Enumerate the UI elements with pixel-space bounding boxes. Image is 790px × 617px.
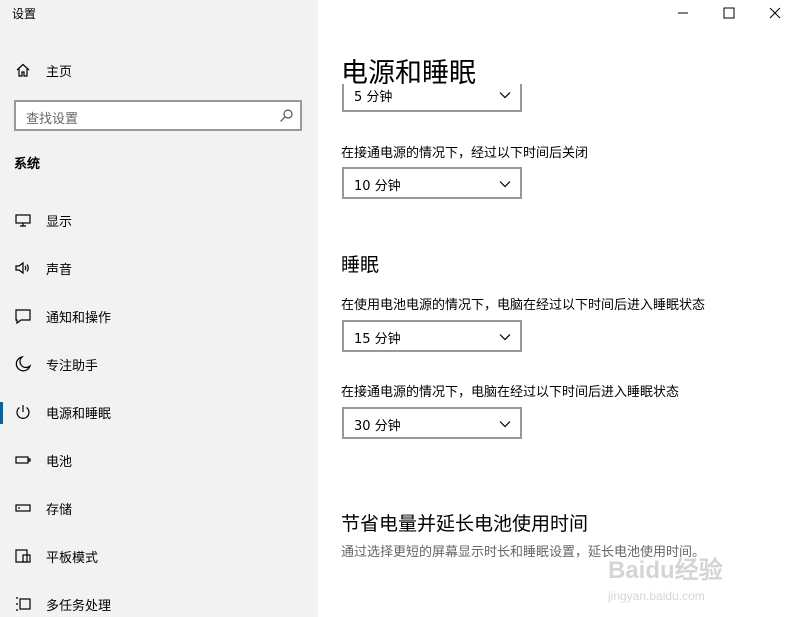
sidebar-home[interactable]: 主页 xyxy=(0,55,318,85)
watermark-url: jingyan.baidu.com xyxy=(607,589,705,603)
sidebar-item-storage[interactable]: 存储 xyxy=(0,486,318,530)
watermark-logo-text: Baidu经验 xyxy=(608,556,723,584)
sidebar-home-label: 主页 xyxy=(46,64,73,80)
chevron-down-icon xyxy=(499,92,511,99)
sidebar-item-tablet-mode[interactable]: 平板模式 xyxy=(0,534,318,578)
search-input[interactable]: 查找设置 xyxy=(14,100,302,131)
sleep-plugged-dropdown[interactable]: 30 分钟 xyxy=(342,407,522,439)
sidebar-item-label: 存储 xyxy=(46,502,73,518)
sidebar-item-sound[interactable]: 声音 xyxy=(0,246,318,290)
sidebar-group-title: 系统 xyxy=(14,157,41,172)
sleep-section-title: 睡眠 xyxy=(341,254,380,276)
sleep-plugged-label: 在接通电源的情况下，电脑在经过以下时间后进入睡眠状态 xyxy=(341,385,680,400)
chevron-down-icon xyxy=(499,181,511,188)
dropdown-value: 30 分钟 xyxy=(354,419,401,434)
dropdown-value: 5 分钟 xyxy=(354,90,393,105)
sidebar-item-label: 专注助手 xyxy=(46,358,99,374)
battery-icon xyxy=(14,451,32,469)
chevron-down-icon xyxy=(499,421,511,428)
search-placeholder: 查找设置 xyxy=(26,112,79,127)
sleep-battery-label: 在使用电池电源的情况下，电脑在经过以下时间后进入睡眠状态 xyxy=(341,298,706,313)
screen-plugged-dropdown[interactable]: 10 分钟 xyxy=(342,167,522,199)
home-icon xyxy=(14,61,32,79)
monitor-icon xyxy=(14,211,32,229)
sidebar-item-focus-assist[interactable]: 专注助手 xyxy=(0,342,318,386)
chevron-down-icon xyxy=(499,334,511,341)
sidebar-item-battery[interactable]: 电池 xyxy=(0,438,318,482)
minimize-icon xyxy=(678,12,688,14)
sidebar-item-label: 多任务处理 xyxy=(46,598,112,614)
sidebar-item-notifications[interactable]: 通知和操作 xyxy=(0,294,318,338)
moon-icon xyxy=(14,355,32,373)
tablet-icon xyxy=(14,547,32,565)
save-power-section-title: 节省电量并延长电池使用时间 xyxy=(341,513,589,535)
search-icon[interactable] xyxy=(278,108,294,124)
dropdown-value: 10 分钟 xyxy=(354,179,401,194)
baidu-watermark: Baidu经验 jingyan.baidu.com xyxy=(607,556,723,603)
close-button[interactable] xyxy=(752,0,790,26)
sidebar-item-label: 平板模式 xyxy=(46,550,99,566)
sidebar-item-multitasking[interactable]: 多任务处理 xyxy=(0,582,318,617)
screen-battery-dropdown[interactable]: 5 分钟 xyxy=(342,84,522,112)
notification-icon xyxy=(14,307,32,325)
window-title: 设置 xyxy=(12,7,37,21)
maximize-icon xyxy=(723,7,735,19)
sidebar-item-label: 声音 xyxy=(46,262,73,278)
minimize-button[interactable] xyxy=(660,0,706,26)
sidebar-item-display[interactable]: 显示 xyxy=(0,198,318,242)
sidebar-item-label: 通知和操作 xyxy=(46,310,112,326)
sidebar-item-label: 电池 xyxy=(46,454,73,470)
power-icon xyxy=(14,403,32,421)
sidebar: 设置 主页 查找设置 系统 显示 声音 通知和操作 专注助手 电源和睡眠 电池 … xyxy=(0,0,318,617)
storage-icon xyxy=(14,499,32,517)
screen-plugged-label: 在接通电源的情况下，经过以下时间后关闭 xyxy=(341,146,589,161)
sidebar-item-label: 电源和睡眠 xyxy=(46,406,112,422)
maximize-button[interactable] xyxy=(706,0,752,26)
sidebar-item-label: 显示 xyxy=(46,214,73,230)
sleep-battery-dropdown[interactable]: 15 分钟 xyxy=(342,320,522,352)
multitask-icon xyxy=(14,595,32,613)
dropdown-value: 15 分钟 xyxy=(354,332,401,347)
speaker-icon xyxy=(14,259,32,277)
close-icon xyxy=(769,7,781,19)
sidebar-item-power-sleep[interactable]: 电源和睡眠 xyxy=(0,390,318,434)
